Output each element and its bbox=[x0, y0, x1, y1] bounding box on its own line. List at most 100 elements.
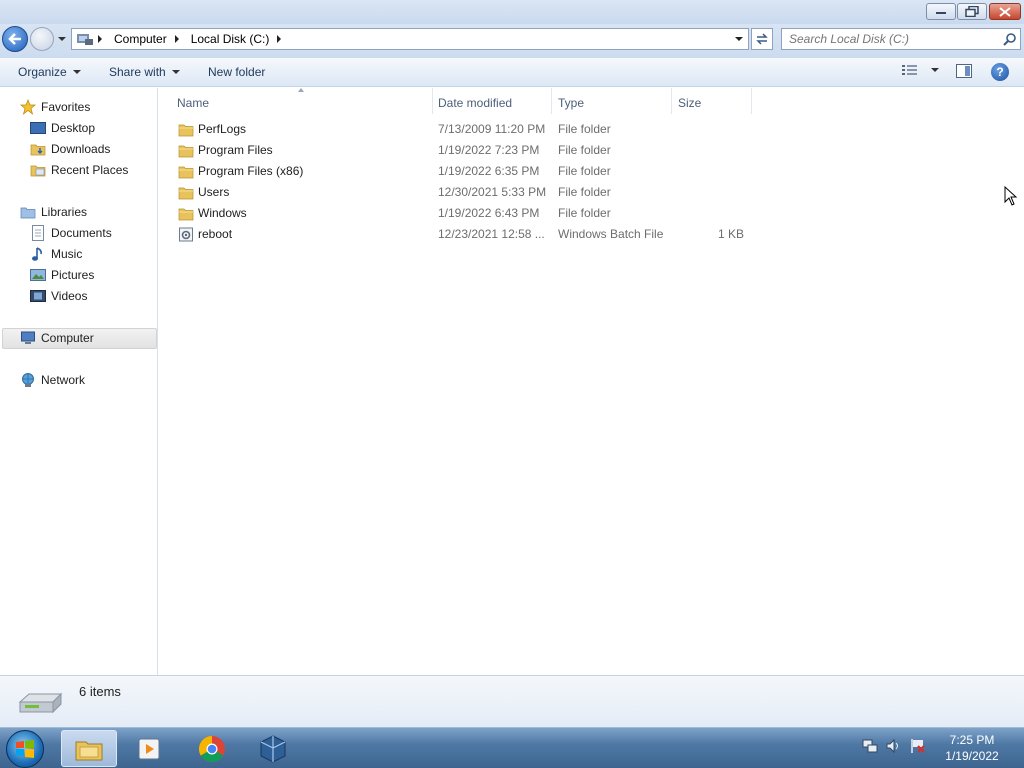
forward-button[interactable] bbox=[30, 27, 54, 51]
nav-desktop[interactable]: Desktop bbox=[30, 119, 95, 137]
taskbar-media-player-button[interactable] bbox=[122, 730, 178, 767]
file-row-users[interactable]: Users 12/30/2021 5:33 PM File folder bbox=[176, 182, 756, 203]
minimize-icon bbox=[936, 11, 946, 14]
column-header-date-modified[interactable]: Date modified bbox=[438, 94, 512, 112]
file-date: 1/19/2022 6:43 PM bbox=[438, 206, 540, 220]
column-divider[interactable] bbox=[671, 88, 672, 114]
nav-videos-label: Videos bbox=[51, 289, 88, 303]
file-row-program-files-x86[interactable]: Program Files (x86) 1/19/2022 6:35 PM Fi… bbox=[176, 161, 756, 182]
computer-icon bbox=[20, 330, 36, 346]
help-icon: ? bbox=[996, 65, 1004, 79]
change-view-button[interactable] bbox=[902, 64, 939, 76]
file-row-reboot[interactable]: reboot 12/23/2021 12:58 ... Windows Batc… bbox=[176, 224, 756, 245]
items-count: 6 items bbox=[79, 684, 121, 699]
back-button[interactable] bbox=[2, 26, 28, 52]
nav-favorites[interactable]: Favorites bbox=[20, 98, 90, 116]
nav-documents[interactable]: Documents bbox=[30, 224, 112, 242]
clock-date: 1/19/2022 bbox=[945, 749, 999, 763]
new-folder-button[interactable]: New folder bbox=[208, 65, 265, 79]
search-input[interactable] bbox=[789, 29, 999, 49]
close-button[interactable] bbox=[989, 3, 1021, 20]
column-date-label: Date modified bbox=[438, 96, 513, 110]
command-bar: Organize Share with New folder ? bbox=[0, 58, 1024, 87]
chrome-icon bbox=[198, 735, 225, 762]
libraries-icon bbox=[20, 204, 36, 220]
taskbar-chrome-button[interactable] bbox=[184, 730, 240, 767]
taskbar-explorer-button[interactable] bbox=[61, 730, 117, 767]
folder-icon bbox=[178, 122, 194, 137]
title-bar bbox=[0, 0, 1024, 24]
file-type: Windows Batch File bbox=[558, 227, 664, 241]
column-divider[interactable] bbox=[432, 88, 433, 114]
restore-button[interactable] bbox=[957, 3, 987, 20]
organize-menu-button[interactable]: Organize bbox=[18, 65, 81, 79]
column-type-label: Type bbox=[558, 96, 585, 110]
taskbar: 7:25 PM 1/19/2022 bbox=[0, 727, 1024, 768]
column-header-name[interactable]: Name bbox=[177, 94, 209, 112]
clock-time: 7:25 PM bbox=[949, 733, 995, 747]
help-button[interactable]: ? bbox=[991, 63, 1009, 81]
virtualbox-icon bbox=[260, 734, 286, 763]
recent-pages-chevron-down-icon[interactable] bbox=[57, 34, 67, 44]
file-name: reboot bbox=[198, 227, 233, 241]
nav-computer[interactable]: Computer bbox=[20, 329, 94, 347]
action-center-flag-icon[interactable] bbox=[910, 738, 926, 754]
file-row-perflogs[interactable]: PerfLogs 7/13/2009 11:20 PM File folder bbox=[176, 119, 756, 140]
details-pane: 6 items bbox=[0, 675, 1024, 727]
file-date: 12/30/2021 5:33 PM bbox=[438, 185, 547, 199]
navigation-pane: Favorites Desktop Downloads Recent Place… bbox=[0, 88, 158, 675]
file-name: Program Files bbox=[198, 143, 273, 157]
folder-icon bbox=[178, 206, 194, 221]
preview-pane-button[interactable] bbox=[956, 64, 972, 81]
network-tray-icon[interactable] bbox=[862, 738, 878, 754]
file-name: Windows bbox=[198, 206, 247, 220]
nav-documents-label: Documents bbox=[51, 226, 112, 240]
nav-recent-places[interactable]: Recent Places bbox=[30, 161, 128, 179]
address-bar[interactable]: Computer Local Disk (C:) bbox=[71, 28, 749, 50]
nav-network[interactable]: Network bbox=[20, 371, 85, 389]
search-icon[interactable] bbox=[1003, 32, 1017, 49]
share-with-menu-button[interactable]: Share with bbox=[109, 65, 180, 79]
file-type: File folder bbox=[558, 206, 611, 220]
volume-icon[interactable] bbox=[886, 738, 902, 754]
column-header-size[interactable]: Size bbox=[678, 94, 701, 112]
folder-icon bbox=[178, 185, 194, 200]
back-arrow-icon bbox=[8, 33, 21, 45]
column-divider[interactable] bbox=[751, 88, 752, 114]
restore-icon bbox=[965, 6, 979, 17]
column-size-label: Size bbox=[678, 96, 702, 110]
file-row-program-files[interactable]: Program Files 1/19/2022 7:23 PM File fol… bbox=[176, 140, 756, 161]
chevron-down-icon bbox=[171, 70, 180, 74]
downloads-folder-icon bbox=[30, 141, 46, 157]
search-box[interactable] bbox=[781, 28, 1021, 50]
column-name-label: Name bbox=[177, 96, 210, 110]
nav-libraries[interactable]: Libraries bbox=[20, 203, 87, 221]
file-date: 1/19/2022 6:35 PM bbox=[438, 164, 540, 178]
file-name: PerfLogs bbox=[198, 122, 247, 136]
batch-file-icon bbox=[178, 227, 194, 242]
nav-libraries-label: Libraries bbox=[41, 205, 88, 219]
nav-downloads-label: Downloads bbox=[51, 142, 111, 156]
nav-favorites-label: Favorites bbox=[41, 100, 91, 114]
taskbar-clock[interactable]: 7:25 PM 1/19/2022 bbox=[930, 732, 1014, 764]
file-type: File folder bbox=[558, 185, 611, 199]
breadcrumb-local-disk[interactable]: Local Disk (C:) bbox=[187, 29, 290, 49]
column-divider[interactable] bbox=[551, 88, 552, 114]
sort-ascending-icon bbox=[298, 88, 304, 92]
breadcrumb-computer[interactable]: Computer bbox=[110, 29, 187, 49]
desktop-icon bbox=[30, 120, 46, 136]
address-dropdown-button[interactable] bbox=[730, 29, 748, 49]
column-header-type[interactable]: Type bbox=[558, 94, 584, 112]
minimize-button[interactable] bbox=[926, 3, 956, 20]
file-name: Users bbox=[198, 185, 230, 199]
taskbar-virtualbox-button[interactable] bbox=[245, 730, 301, 767]
navigation-bar: Computer Local Disk (C:) bbox=[0, 24, 1024, 58]
file-row-windows[interactable]: Windows 1/19/2022 6:43 PM File folder bbox=[176, 203, 756, 224]
file-type: File folder bbox=[558, 122, 611, 136]
nav-videos[interactable]: Videos bbox=[30, 287, 87, 305]
nav-music[interactable]: Music bbox=[30, 245, 82, 263]
start-button[interactable] bbox=[6, 730, 44, 768]
nav-downloads[interactable]: Downloads bbox=[30, 140, 110, 158]
refresh-button[interactable] bbox=[751, 28, 773, 50]
nav-pictures[interactable]: Pictures bbox=[30, 266, 94, 284]
